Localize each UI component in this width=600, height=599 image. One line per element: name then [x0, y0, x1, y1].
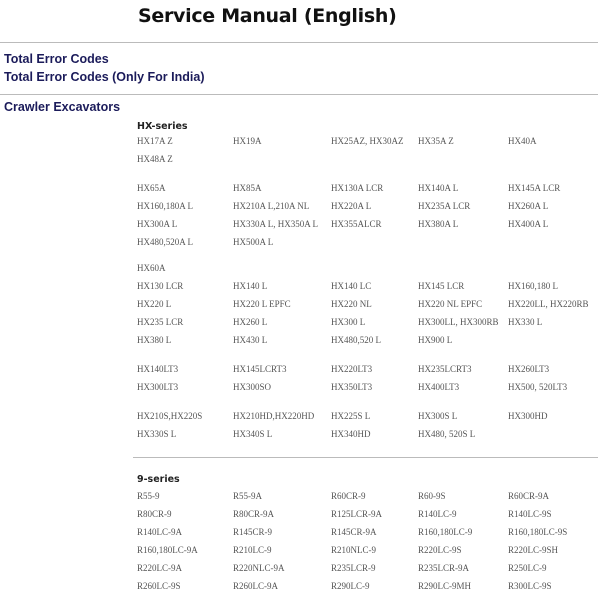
model-link[interactable]: HX260A L — [508, 201, 548, 211]
model-link[interactable]: HX380 L — [137, 335, 171, 345]
model-link[interactable]: HX430 L — [233, 335, 267, 345]
model-link[interactable]: R210NLC-9 — [331, 545, 376, 555]
model-link[interactable]: HX140 LC — [331, 281, 371, 291]
model-link[interactable]: HX330A L, HX350A L — [233, 219, 318, 229]
model-link[interactable]: HX480, 520S L — [418, 429, 475, 439]
model-link[interactable]: HX35A Z — [418, 136, 454, 146]
model-link[interactable]: HX380A L — [418, 219, 458, 229]
model-link[interactable]: HX400LT3 — [418, 382, 459, 392]
model-link[interactable]: HX220 NL — [331, 299, 372, 309]
model-link[interactable]: HX400A L — [508, 219, 548, 229]
model-link[interactable]: HX355ALCR — [331, 219, 382, 229]
total-error-codes-link[interactable]: Total Error Codes — [4, 52, 109, 66]
model-link[interactable]: HX300LL, HX300RB — [418, 317, 499, 327]
model-link[interactable]: HX160,180A L — [137, 201, 193, 211]
model-link[interactable]: HX500A L — [233, 237, 273, 247]
section-heading-crawler-excavators: Crawler Excavators — [4, 100, 121, 114]
model-link[interactable]: HX300LT3 — [137, 382, 178, 392]
model-link[interactable]: HX48A Z — [137, 154, 173, 164]
model-link[interactable]: R235LCR-9 — [331, 563, 376, 573]
model-link[interactable]: HX480,520A L — [137, 237, 193, 247]
divider — [0, 42, 598, 43]
model-link[interactable]: HX25AZ, HX30AZ — [331, 136, 404, 146]
model-link[interactable]: HX340S L — [233, 429, 272, 439]
model-link[interactable]: HX260LT3 — [508, 364, 549, 374]
model-link[interactable]: HX235A LCR — [418, 201, 470, 211]
model-link[interactable]: R55-9A — [233, 491, 262, 501]
model-link[interactable]: HX350LT3 — [331, 382, 372, 392]
model-link[interactable]: R60-9S — [418, 491, 446, 501]
model-link[interactable]: R140LC-9A — [137, 527, 182, 537]
model-link[interactable]: R60CR-9A — [508, 491, 549, 501]
model-link[interactable]: HX330 L — [508, 317, 542, 327]
model-link[interactable]: HX300 L — [331, 317, 365, 327]
model-link[interactable]: HX85A — [233, 183, 262, 193]
model-link[interactable]: HX235 LCR — [137, 317, 183, 327]
model-link[interactable]: HX140A L — [418, 183, 458, 193]
model-link[interactable]: HX300A L — [137, 219, 177, 229]
model-link[interactable]: R220LC-9SH — [508, 545, 558, 555]
model-link[interactable]: HX210A L,210A NL — [233, 201, 309, 211]
model-link[interactable]: HX220LL, HX220RB — [508, 299, 589, 309]
model-link[interactable]: HX40A — [508, 136, 537, 146]
model-link[interactable]: HX220 L EPFC — [233, 299, 291, 309]
divider — [133, 457, 598, 458]
model-link[interactable]: R140LC-9S — [508, 509, 552, 519]
model-link[interactable]: R60CR-9 — [331, 491, 366, 501]
model-link[interactable]: HX220 L — [137, 299, 171, 309]
model-link[interactable]: HX260 L — [233, 317, 267, 327]
model-link[interactable]: HX220 NL EPFC — [418, 299, 482, 309]
model-link[interactable]: R160,180LC-9 — [418, 527, 472, 537]
model-link[interactable]: HX300S L — [418, 411, 457, 421]
model-link[interactable]: HX900 L — [418, 335, 452, 345]
model-link[interactable]: R235LCR-9A — [418, 563, 469, 573]
model-link[interactable]: HX225S L — [331, 411, 370, 421]
model-link[interactable]: HX340HD — [331, 429, 371, 439]
model-link[interactable]: HX210S,HX220S — [137, 411, 202, 421]
model-link[interactable]: HX300HD — [508, 411, 548, 421]
page-title: Service Manual (English) — [138, 5, 397, 27]
model-link[interactable]: HX19A — [233, 136, 262, 146]
model-link[interactable]: R145CR-9 — [233, 527, 272, 537]
model-link[interactable]: R220LC-9S — [418, 545, 462, 555]
model-link[interactable]: R160,180LC-9A — [137, 545, 198, 555]
series-heading-hx: HX-series — [137, 121, 188, 132]
divider — [0, 94, 598, 95]
model-link[interactable]: HX145A LCR — [508, 183, 560, 193]
model-link[interactable]: HX65A — [137, 183, 166, 193]
model-link[interactable]: HX160,180 L — [508, 281, 558, 291]
model-link[interactable]: HX130 LCR — [137, 281, 183, 291]
model-link[interactable]: HX140 L — [233, 281, 267, 291]
model-link[interactable]: R220LC-9A — [137, 563, 182, 573]
model-link[interactable]: HX220A L — [331, 201, 371, 211]
model-link[interactable]: HX140LT3 — [137, 364, 178, 374]
model-link[interactable]: R250LC-9 — [508, 563, 547, 573]
model-link[interactable]: HX480,520 L — [331, 335, 381, 345]
model-link[interactable]: HX210HD,HX220HD — [233, 411, 314, 421]
model-link[interactable]: R140LC-9 — [418, 509, 457, 519]
model-link[interactable]: R125LCR-9A — [331, 509, 382, 519]
model-link[interactable]: R55-9 — [137, 491, 160, 501]
model-link[interactable]: R80CR-9 — [137, 509, 172, 519]
model-link[interactable]: R80CR-9A — [233, 509, 274, 519]
model-link[interactable]: HX220LT3 — [331, 364, 372, 374]
model-link[interactable]: R210LC-9 — [233, 545, 272, 555]
model-link[interactable]: R160,180LC-9S — [508, 527, 567, 537]
model-link[interactable]: HX500, 520LT3 — [508, 382, 567, 392]
model-link[interactable]: HX60A — [137, 263, 166, 273]
total-error-codes-india-link[interactable]: Total Error Codes (Only For India) — [4, 70, 204, 84]
model-link[interactable]: HX130A LCR — [331, 183, 383, 193]
model-link[interactable]: R145CR-9A — [331, 527, 377, 537]
model-link[interactable]: HX330S L — [137, 429, 176, 439]
model-link[interactable]: HX145LCRT3 — [233, 364, 286, 374]
model-link[interactable]: HX235LCRT3 — [418, 364, 471, 374]
model-link[interactable]: R220NLC-9A — [233, 563, 285, 573]
series-heading-9: 9-series — [137, 474, 180, 485]
model-link[interactable]: HX17A Z — [137, 136, 173, 146]
model-link[interactable]: HX145 LCR — [418, 281, 464, 291]
model-link[interactable]: HX300SO — [233, 382, 271, 392]
